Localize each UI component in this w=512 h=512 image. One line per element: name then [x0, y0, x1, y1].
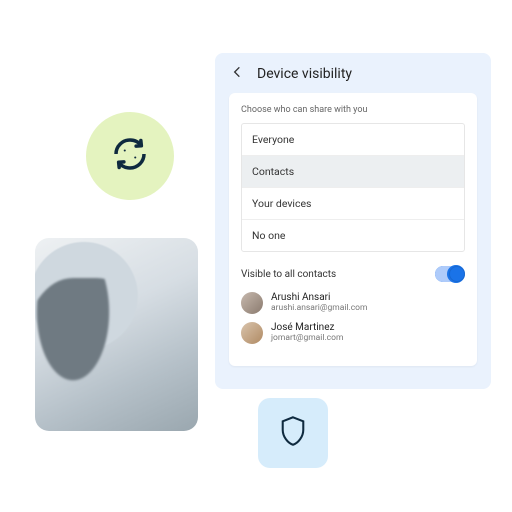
arrow-left-icon	[230, 64, 246, 84]
contact-email: jomart@gmail.com	[271, 334, 343, 344]
visible-to-all-toggle[interactable]	[435, 266, 465, 282]
avatar	[241, 322, 263, 344]
back-button[interactable]	[229, 65, 247, 83]
toggle-label: Visible to all contacts	[241, 269, 336, 280]
contact-email: arushi.ansari@gmail.com	[271, 304, 367, 314]
swap-icon	[109, 133, 151, 179]
swap-badge	[86, 112, 174, 200]
contact-row[interactable]: Arushi Ansari arushi.ansari@gmail.com	[241, 292, 465, 314]
visibility-options: Everyone Contacts Your devices No one	[241, 123, 465, 252]
panel-header: Device visibility	[229, 65, 477, 83]
page-title: Device visibility	[257, 66, 352, 82]
choose-label: Choose who can share with you	[241, 105, 465, 115]
contact-row[interactable]: José Martinez jomart@gmail.com	[241, 322, 465, 344]
device-visibility-panel: Device visibility Choose who can share w…	[215, 53, 491, 389]
visible-to-all-toggle-row: Visible to all contacts	[241, 266, 465, 282]
option-your-devices[interactable]: Your devices	[242, 188, 464, 220]
option-everyone[interactable]: Everyone	[242, 124, 464, 156]
shield-tile	[258, 398, 328, 468]
option-no-one[interactable]: No one	[242, 220, 464, 251]
visibility-card: Choose who can share with you Everyone C…	[229, 93, 477, 366]
avatar	[241, 292, 263, 314]
option-contacts[interactable]: Contacts	[242, 156, 464, 188]
shield-icon	[279, 415, 307, 451]
check-icon	[447, 265, 465, 283]
lifestyle-photo	[35, 238, 198, 431]
